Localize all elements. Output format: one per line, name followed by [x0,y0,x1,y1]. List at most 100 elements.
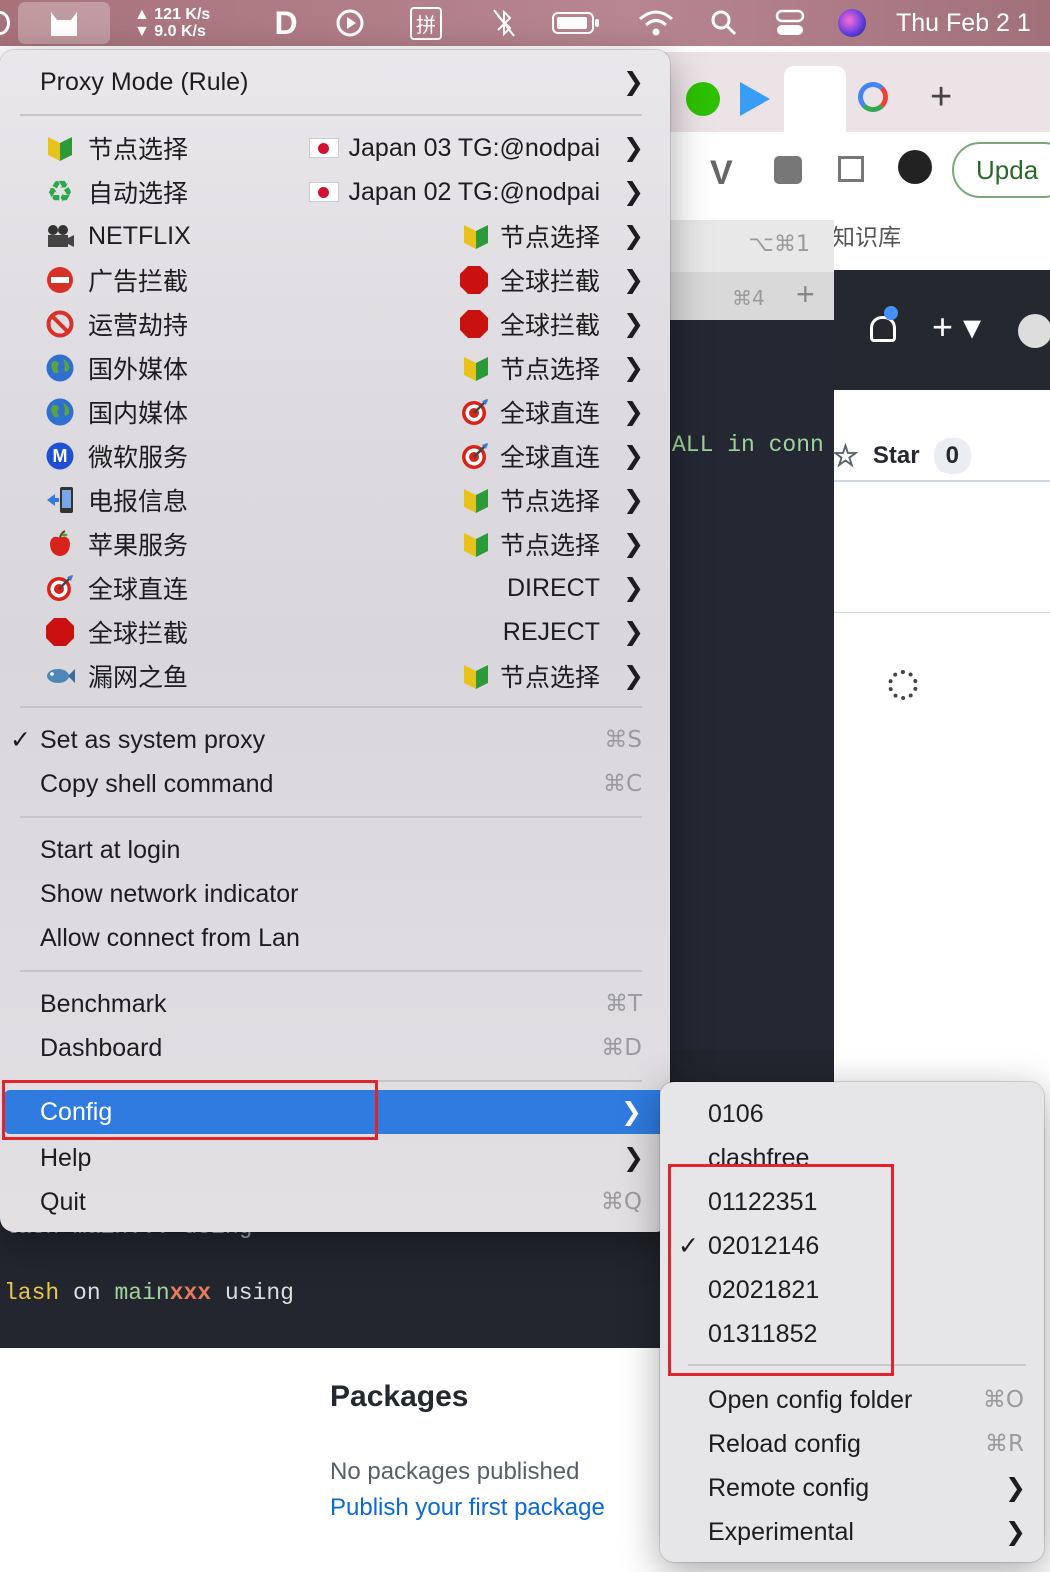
input-method-icon[interactable]: 拼 [402,0,450,46]
system-proxy-item[interactable]: ✓ Set as system proxy ⌘S [0,718,670,762]
proxy-group-item[interactable]: 广告拦截 全球拦截 ❯ [0,258,670,302]
github-avatar-icon[interactable] [898,150,932,184]
new-tab-icon[interactable]: + [930,76,952,119]
update-label: Upda [976,154,1039,185]
config-profile-item[interactable]: 0106 [660,1092,1044,1136]
beginner-badge-icon [44,132,76,164]
beginner-badge-icon [462,661,490,691]
beginner-badge-icon [462,529,490,559]
remote-config-label: Remote config [708,1473,870,1502]
proxy-group-item[interactable]: 运营劫持 全球拦截 ❯ [0,302,670,346]
battery-icon[interactable] [546,0,606,46]
chevron-right-icon: ❯ [623,574,644,602]
open-config-folder-label: Open config folder [708,1385,913,1414]
open-config-folder-item[interactable]: Open config folder ⌘O [660,1378,1044,1422]
user-avatar-icon[interactable] [1018,314,1050,348]
movie-camera-icon [44,220,76,252]
proxy-group-label: 微软服务 [88,444,189,472]
packages-empty-text: No packages published [330,1458,580,1485]
proxy-group-label: 国内媒体 [88,400,189,428]
prompt-on: on [73,1280,101,1306]
proxy-selected-node: 节点选择 [462,218,600,254]
show-network-indicator-item[interactable]: Show network indicator [0,872,670,916]
browser-active-tab[interactable] [784,66,846,132]
svg-text:M: M [53,446,68,466]
quit-item[interactable]: Quit ⌘Q [0,1180,670,1224]
beginner-badge-icon [462,353,490,383]
no-entry-icon [44,264,76,296]
proxy-group-item[interactable]: ♻ 自动选择 Japan 02 TG:@nodpai ❯ [0,170,670,214]
proxy-group-item[interactable]: 电报信息 节点选择 ❯ [0,478,670,522]
proxy-group-item[interactable]: 漏网之鱼 节点选择 ❯ [0,654,670,698]
experimental-item[interactable]: Experimental ❯ [660,1510,1044,1554]
proxy-selected-node-label: 节点选择 [499,224,600,252]
dashboard-item[interactable]: Dashboard ⌘D [0,1026,670,1070]
system-proxy-label: Set as system proxy [40,725,266,754]
chevron-right-icon: ❯ [1005,1518,1026,1546]
spotlight-search-icon[interactable] [704,0,744,46]
siri-icon[interactable] [834,0,870,46]
create-new-icon[interactable]: + ▾ [932,306,981,348]
chevron-right-icon: ❯ [623,222,644,250]
vivaldi-extension-icon[interactable]: V [710,154,733,193]
proxy-group-item[interactable]: M 微软服务 全球直连 ❯ [0,434,670,478]
proxy-selected-node-label: 全球拦截 [499,312,600,340]
stop-sign-icon [44,616,76,648]
star-button[interactable]: ☆ Star 0 [832,430,1002,482]
proxy-group-label: 自动选择 [88,180,189,208]
chevron-right-icon: ❯ [623,530,644,558]
input-method-label: 拼 [410,6,442,40]
proxy-group-item[interactable]: NETFLIX 节点选择 ❯ [0,214,670,258]
chevron-right-icon: ❯ [623,134,644,162]
target-icon [460,397,490,427]
network-speed-indicator[interactable]: ▲ 121 K/s ▼ 9.0 K/s [134,0,234,46]
benchmark-item[interactable]: Benchmark ⌘T [0,982,670,1026]
play-circle-icon[interactable] [330,0,370,46]
proxy-selected-node: 全球拦截 [458,306,600,342]
metro-m-icon: M [44,440,76,472]
prompt-using: using [224,1280,294,1306]
puzzle-extension-icon[interactable] [774,156,802,184]
proxy-selected-node-label: 节点选择 [499,488,600,516]
proxy-group-item[interactable]: 国外媒体 节点选择 ❯ [0,346,670,390]
control-center-icon[interactable] [770,0,810,46]
proxy-group-item[interactable]: 节点选择 Japan 03 TG:@nodpai ❯ [0,126,670,170]
chevron-right-icon: ❯ [623,310,644,338]
browser-update-button[interactable]: Upda [952,142,1050,198]
recycle-icon: ♻ [46,174,74,210]
bookmark-item[interactable]: 知识库 [832,218,901,252]
experimental-label: Experimental [708,1517,854,1546]
proxy-group-item[interactable]: 苹果服务 节点选择 ❯ [0,522,670,566]
video-tab-icon[interactable] [740,82,770,116]
wifi-icon[interactable] [634,0,678,46]
partial-status-icon[interactable] [0,0,10,46]
menu-separator [20,706,642,708]
proxy-group-item[interactable]: 全球直连 DIRECT ❯ [0,566,670,610]
start-at-login-item[interactable]: Start at login [0,828,670,872]
allow-lan-item[interactable]: Allow connect from Lan [0,916,670,960]
prompt-status: xxx [169,1280,212,1306]
terminal-new-tab-icon[interactable]: + [796,276,815,313]
google-tab-icon[interactable] [858,82,888,112]
proxy-selected-node-label: 全球拦截 [499,268,600,296]
terminal-shortcut-hint: ⌥⌘1 [748,232,810,257]
prohibited-icon [44,308,76,340]
wechat-tab-icon[interactable] [686,82,720,116]
chevron-right-icon: ❯ [1005,1474,1026,1502]
remote-config-item[interactable]: Remote config ❯ [660,1466,1044,1510]
bluetooth-off-icon[interactable] [486,0,522,46]
settings-gear-icon[interactable] [888,670,918,700]
proxy-group-item[interactable]: 国内媒体 全球直连 ❯ [0,390,670,434]
side-panel-icon[interactable] [838,156,864,182]
chevron-right-icon: ❯ [621,1098,642,1126]
proxy-mode-item[interactable]: Proxy Mode (Rule) ❯ [0,60,670,104]
clash-cat-icon[interactable] [18,2,110,44]
reload-config-item[interactable]: Reload config ⌘R [660,1422,1044,1466]
copy-shell-command-item[interactable]: Copy shell command ⌘C [0,762,670,806]
proxy-group-item[interactable]: 全球拦截 REJECT ❯ [0,610,670,654]
menubar-clock[interactable]: Thu Feb 2 1 [896,0,1050,46]
d-app-icon[interactable]: D [264,0,308,46]
publish-package-link[interactable]: Publish your first package [330,1494,605,1522]
proxy-selected-node: Japan 03 TG:@nodpai [308,134,600,163]
help-item[interactable]: Help ❯ [0,1136,670,1180]
